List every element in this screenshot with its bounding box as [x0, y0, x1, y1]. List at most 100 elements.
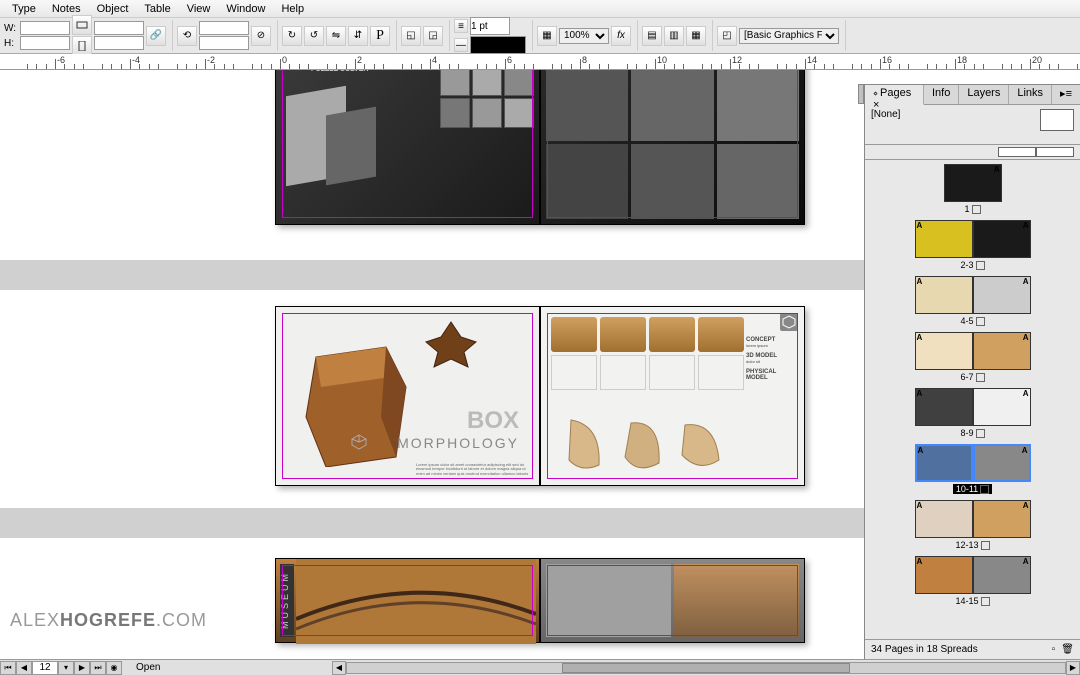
rotate-icon[interactable]: ⟲ — [177, 26, 197, 46]
panel-tabs: Pages × Info Layers Links ▸≡ — [865, 85, 1080, 105]
page-13[interactable]: CONCEPTlorem ipsum 3D MODELdolor sit PHY… — [540, 306, 805, 486]
tab-pages[interactable]: Pages × — [865, 85, 924, 105]
box-subtitle: MORPHOLOGY — [397, 435, 519, 451]
stroke-style-select[interactable] — [470, 36, 526, 54]
page-12[interactable]: BOX MORPHOLOGY Lorem ipsum dolor sit ame… — [275, 306, 540, 486]
stroke-weight-icon: ≡ — [454, 19, 468, 33]
scale-y-icon[interactable] — [72, 36, 92, 56]
page-11[interactable]: GRID SYSTEMS — [540, 70, 805, 225]
fitting-icon[interactable]: ▦ — [537, 26, 557, 46]
page-10[interactable]: PUZZLE SOLVER — [275, 70, 540, 225]
master-thumb-a-left[interactable] — [998, 147, 1036, 157]
scroll-right-button[interactable]: ▶ — [1066, 661, 1080, 675]
master-thumb-a-right[interactable] — [1036, 147, 1074, 157]
wrap-bounding-icon[interactable]: ▥ — [664, 26, 684, 46]
master-area[interactable]: [None] — [865, 105, 1080, 145]
tab-info[interactable]: Info — [924, 85, 959, 104]
box-title: BOX — [467, 407, 519, 435]
new-page-icon[interactable]: ▫ — [1052, 644, 1056, 655]
status-label: Open — [122, 662, 174, 673]
prev-page-button[interactable]: ◀ — [16, 661, 32, 675]
stroke-weight-input[interactable] — [470, 17, 510, 35]
wood-star-graphic — [416, 317, 486, 377]
body-text-left: Lorem ipsum dolor sit amet consectetur a… — [416, 463, 531, 477]
h-label: H: — [4, 38, 18, 49]
master-thumb-none[interactable] — [1040, 109, 1074, 131]
preflight-icon[interactable]: ◉ — [106, 661, 122, 675]
flip-v-icon[interactable]: ⇵ — [348, 26, 368, 46]
rotate-ccw-icon[interactable]: ↺ — [304, 26, 324, 46]
wrap-none-icon[interactable]: ▤ — [642, 26, 662, 46]
clear-transform-icon[interactable]: ⊘ — [251, 26, 271, 46]
scale-y-input[interactable] — [94, 36, 144, 50]
rotate-cw-icon[interactable]: ↻ — [282, 26, 302, 46]
scroll-left-button[interactable]: ◀ — [332, 661, 346, 675]
page-number-input[interactable] — [32, 661, 58, 675]
shear-input[interactable] — [199, 36, 249, 50]
cube-corner-icon — [780, 313, 798, 331]
object-style-select[interactable]: [Basic Graphics Frame] — [739, 28, 839, 44]
spread-thumb-4-5[interactable]: AA4-5 — [865, 276, 1080, 326]
body-text-right: CONCEPTlorem ipsum 3D MODELdolor sit PHY… — [746, 337, 796, 475]
stroke-style-icon: — — [454, 38, 468, 52]
page-14[interactable]: MUSEUM — [275, 558, 540, 643]
scale-x-input[interactable] — [94, 21, 144, 35]
spread-thumb-8-9[interactable]: AA8-9 — [865, 388, 1080, 438]
spread-thumb-1[interactable]: A1 — [865, 164, 1080, 214]
menu-table[interactable]: Table — [136, 1, 178, 17]
bridge-graphic — [296, 559, 536, 644]
page-15[interactable] — [540, 558, 805, 643]
menu-object[interactable]: Object — [89, 1, 137, 17]
spread-14-15[interactable]: MUSEUM — [275, 558, 805, 643]
status-bar: ⏮ ◀ ▾ ▶ ⏭ ◉ Open ◀ ▶ — [0, 659, 1080, 675]
page-count-label: 34 Pages in 18 Spreads — [871, 644, 978, 655]
next-page-button[interactable]: ▶ — [74, 661, 90, 675]
tab-links[interactable]: Links — [1009, 85, 1052, 104]
flip-h-icon[interactable]: ⇋ — [326, 26, 346, 46]
last-page-button[interactable]: ⏭ — [90, 661, 106, 675]
scroll-thumb[interactable] — [562, 663, 849, 673]
pages-scroll[interactable]: A1 AA2-3 AA4-5 AA6-7 AA8-9 AA10-11 AA12-… — [865, 160, 1080, 639]
menu-help[interactable]: Help — [273, 1, 312, 17]
tab-layers[interactable]: Layers — [959, 85, 1009, 104]
menu-window[interactable]: Window — [218, 1, 273, 17]
spread-thumb-6-7[interactable]: AA6-7 — [865, 332, 1080, 382]
effects-icon[interactable]: fx — [611, 26, 631, 46]
menu-bar: Type Notes Object Table View Window Help — [0, 0, 1080, 18]
corners-icon[interactable]: ◰ — [717, 26, 737, 46]
cube-icon — [351, 434, 367, 450]
watermark: ALEXHOGREFE.COM — [10, 610, 207, 631]
zoom-select[interactable]: 100% — [559, 28, 609, 44]
paragraph-icon[interactable]: P — [370, 26, 390, 46]
panel-menu-icon[interactable]: ▸≡ — [1052, 85, 1080, 104]
horizontal-ruler[interactable]: -6-4-202468101214161820 — [0, 54, 1080, 70]
wrap-object-icon[interactable]: ▦ — [686, 26, 706, 46]
w-input[interactable] — [20, 21, 70, 35]
museum-title: MUSEUM — [280, 564, 294, 637]
form-2 — [619, 415, 669, 475]
spread1-title: PUZZLE SOLVER — [311, 70, 368, 73]
h-input[interactable] — [20, 36, 70, 50]
panel-footer: 34 Pages in 18 Spreads ▫ 🗑 — [865, 639, 1080, 659]
menu-view[interactable]: View — [179, 1, 219, 17]
select-container-icon[interactable]: ◱ — [401, 26, 421, 46]
form-1 — [561, 415, 611, 475]
w-label: W: — [4, 23, 18, 34]
rotate-input[interactable] — [199, 21, 249, 35]
spread-thumb-10-11[interactable]: AA10-11 — [865, 444, 1080, 494]
horizontal-scrollbar[interactable] — [346, 662, 1066, 674]
spread-thumb-14-15[interactable]: AA14-15 — [865, 556, 1080, 606]
form-3 — [677, 415, 727, 475]
pages-panel: Pages × Info Layers Links ▸≡ [None] A1 A… — [864, 84, 1080, 659]
delete-page-icon[interactable]: 🗑 — [1061, 644, 1074, 655]
spread-10-11[interactable]: PUZZLE SOLVER GRID SYSTEMS — [275, 70, 805, 225]
spread-thumb-2-3[interactable]: AA2-3 — [865, 220, 1080, 270]
spread-12-13[interactable]: BOX MORPHOLOGY Lorem ipsum dolor sit ame… — [275, 306, 805, 486]
spread-thumb-12-13[interactable]: AA12-13 — [865, 500, 1080, 550]
scale-x-icon[interactable] — [72, 15, 92, 35]
select-content-icon[interactable]: ◲ — [423, 26, 443, 46]
page-dropdown-button[interactable]: ▾ — [58, 661, 74, 675]
first-page-button[interactable]: ⏮ — [0, 661, 16, 675]
link-icon[interactable]: 🔗 — [146, 26, 166, 46]
menu-type[interactable]: Type — [4, 1, 44, 17]
